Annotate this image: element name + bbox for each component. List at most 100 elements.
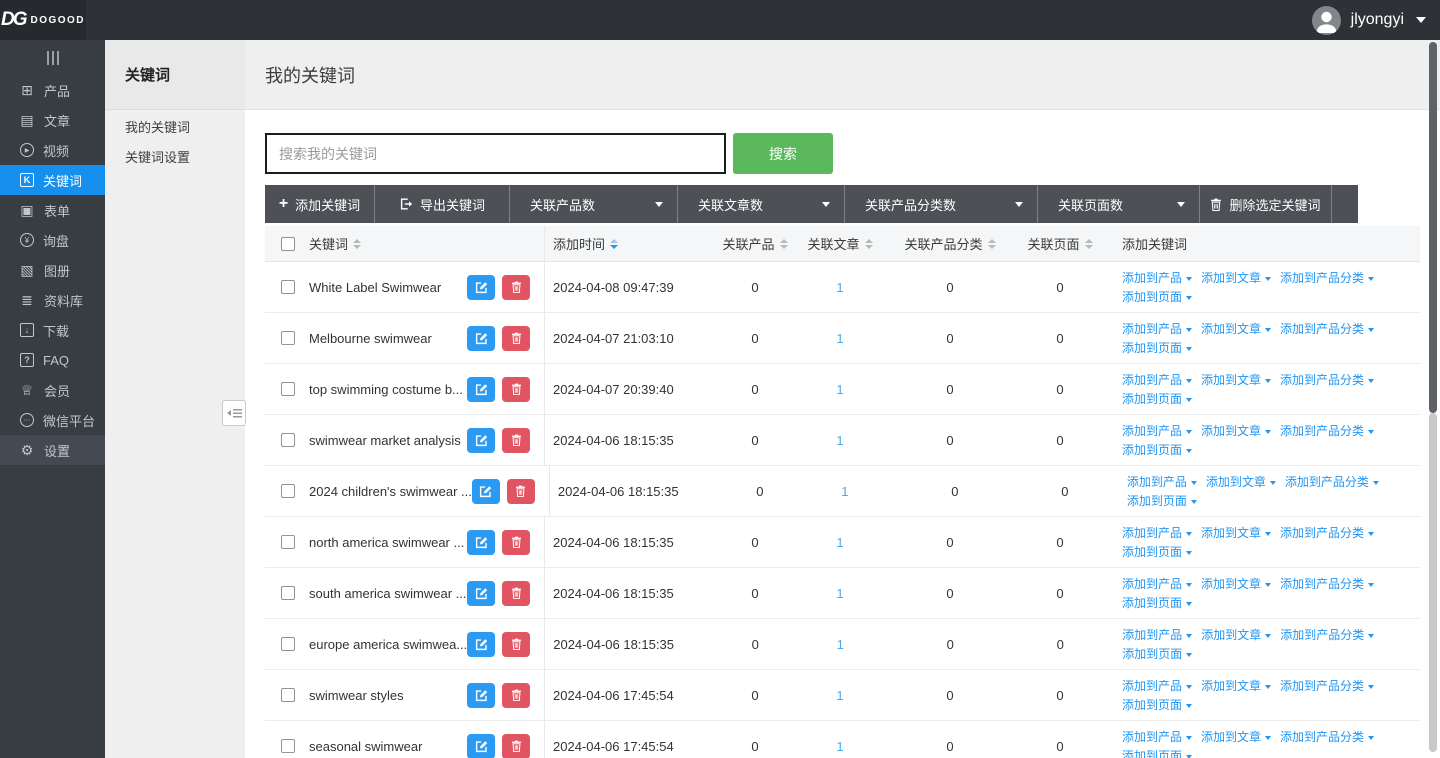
related-articles-count-link[interactable]: 1 xyxy=(836,739,843,754)
delete-button[interactable] xyxy=(502,377,530,402)
add-to-page-link[interactable]: 添加到页面 xyxy=(1122,390,1192,407)
row-checkbox[interactable] xyxy=(281,535,295,549)
add-to-page-link[interactable]: 添加到页面 xyxy=(1122,645,1192,662)
sidebar-item-inquiries[interactable]: ¥ 询盘 xyxy=(0,225,105,255)
edit-button[interactable] xyxy=(467,632,495,657)
related-articles-count-link[interactable]: 1 xyxy=(836,280,843,295)
sidebar-item-settings[interactable]: ⚙ 设置 xyxy=(0,435,105,465)
sort-products-button[interactable] xyxy=(780,239,788,249)
panel-collapse-button[interactable] xyxy=(222,400,246,426)
add-to-article-link[interactable]: 添加到文章 xyxy=(1201,677,1271,694)
add-to-category-link[interactable]: 添加到产品分类 xyxy=(1280,422,1374,439)
filter-related-products-dropdown[interactable]: 关联产品数 xyxy=(510,185,678,223)
sidebar-item-library[interactable]: ≣ 资料库 xyxy=(0,285,105,315)
sidebar-collapse-button[interactable] xyxy=(0,40,105,75)
delete-button[interactable] xyxy=(502,683,530,708)
related-articles-count-link[interactable]: 1 xyxy=(841,484,848,499)
add-to-article-link[interactable]: 添加到文章 xyxy=(1201,626,1271,643)
add-to-article-link[interactable]: 添加到文章 xyxy=(1201,575,1271,592)
edit-button[interactable] xyxy=(467,275,495,300)
add-keyword-button[interactable]: + 添加关键词 xyxy=(265,185,375,223)
edit-button[interactable] xyxy=(467,530,495,555)
related-articles-count-link[interactable]: 1 xyxy=(836,331,843,346)
row-checkbox[interactable] xyxy=(281,484,295,498)
filter-related-categories-dropdown[interactable]: 关联产品分类数 xyxy=(845,185,1038,223)
add-to-category-link[interactable]: 添加到产品分类 xyxy=(1280,626,1374,643)
select-all-checkbox[interactable] xyxy=(281,237,295,251)
related-articles-count-link[interactable]: 1 xyxy=(836,433,843,448)
row-checkbox[interactable] xyxy=(281,739,295,753)
row-checkbox[interactable] xyxy=(281,433,295,447)
add-to-product-link[interactable]: 添加到产品 xyxy=(1122,524,1192,541)
delete-button[interactable] xyxy=(507,479,535,504)
related-articles-count-link[interactable]: 1 xyxy=(836,382,843,397)
add-to-page-link[interactable]: 添加到页面 xyxy=(1122,288,1192,305)
add-to-product-link[interactable]: 添加到产品 xyxy=(1122,371,1192,388)
add-to-product-link[interactable]: 添加到产品 xyxy=(1122,677,1192,694)
add-to-product-link[interactable]: 添加到产品 xyxy=(1122,728,1192,745)
add-to-product-link[interactable]: 添加到产品 xyxy=(1122,422,1192,439)
filter-related-articles-dropdown[interactable]: 关联文章数 xyxy=(678,185,845,223)
add-to-product-link[interactable]: 添加到产品 xyxy=(1122,575,1192,592)
related-articles-count-link[interactable]: 1 xyxy=(836,688,843,703)
row-checkbox[interactable] xyxy=(281,688,295,702)
filter-related-pages-dropdown[interactable]: 关联页面数 xyxy=(1038,185,1200,223)
user-menu[interactable]: jlyongyi xyxy=(1312,0,1426,40)
add-to-category-link[interactable]: 添加到产品分类 xyxy=(1280,371,1374,388)
delete-button[interactable] xyxy=(502,326,530,351)
row-checkbox[interactable] xyxy=(281,331,295,345)
add-to-page-link[interactable]: 添加到页面 xyxy=(1127,492,1197,509)
add-to-article-link[interactable]: 添加到文章 xyxy=(1206,473,1276,490)
add-to-product-link[interactable]: 添加到产品 xyxy=(1122,269,1192,286)
add-to-category-link[interactable]: 添加到产品分类 xyxy=(1280,677,1374,694)
row-checkbox[interactable] xyxy=(281,637,295,651)
add-to-article-link[interactable]: 添加到文章 xyxy=(1201,422,1271,439)
subnav-item-my-keywords[interactable]: 我的关键词 xyxy=(105,113,245,143)
search-input[interactable] xyxy=(265,133,726,174)
delete-button[interactable] xyxy=(502,581,530,606)
delete-button[interactable] xyxy=(502,275,530,300)
row-checkbox[interactable] xyxy=(281,586,295,600)
sort-pages-button[interactable] xyxy=(1085,239,1093,249)
edit-button[interactable] xyxy=(467,377,495,402)
sidebar-item-wechat[interactable]: ⋯ 微信平台 xyxy=(0,405,105,435)
add-to-article-link[interactable]: 添加到文章 xyxy=(1201,524,1271,541)
sidebar-item-members[interactable]: ♕ 会员 xyxy=(0,375,105,405)
add-to-page-link[interactable]: 添加到页面 xyxy=(1122,594,1192,611)
scrollbar-thumb[interactable] xyxy=(1429,42,1437,413)
row-checkbox[interactable] xyxy=(281,382,295,396)
related-articles-count-link[interactable]: 1 xyxy=(837,637,844,652)
delete-button[interactable] xyxy=(502,428,530,453)
sidebar-item-articles[interactable]: ▤ 文章 xyxy=(0,105,105,135)
delete-selected-button[interactable]: 删除选定关键词 xyxy=(1200,185,1332,223)
sort-articles-button[interactable] xyxy=(865,239,873,249)
add-to-category-link[interactable]: 添加到产品分类 xyxy=(1280,524,1374,541)
sidebar-item-albums[interactable]: ▧ 图册 xyxy=(0,255,105,285)
edit-button[interactable] xyxy=(472,479,500,504)
add-to-product-link[interactable]: 添加到产品 xyxy=(1122,320,1192,337)
add-to-category-link[interactable]: 添加到产品分类 xyxy=(1280,728,1374,745)
export-keywords-button[interactable]: 导出关键词 xyxy=(375,185,510,223)
add-to-product-link[interactable]: 添加到产品 xyxy=(1127,473,1197,490)
add-to-product-link[interactable]: 添加到产品 xyxy=(1122,626,1192,643)
add-to-page-link[interactable]: 添加到页面 xyxy=(1122,747,1192,758)
subnav-item-keyword-settings[interactable]: 关键词设置 xyxy=(105,143,245,173)
related-articles-count-link[interactable]: 1 xyxy=(836,586,843,601)
add-to-category-link[interactable]: 添加到产品分类 xyxy=(1280,269,1374,286)
related-articles-count-link[interactable]: 1 xyxy=(836,535,843,550)
add-to-category-link[interactable]: 添加到产品分类 xyxy=(1280,320,1374,337)
edit-button[interactable] xyxy=(467,326,495,351)
add-to-article-link[interactable]: 添加到文章 xyxy=(1201,269,1271,286)
add-to-page-link[interactable]: 添加到页面 xyxy=(1122,339,1192,356)
add-to-category-link[interactable]: 添加到产品分类 xyxy=(1280,575,1374,592)
search-button[interactable]: 搜索 xyxy=(733,133,833,174)
sidebar-item-forms[interactable]: ▣ 表单 xyxy=(0,195,105,225)
add-to-category-link[interactable]: 添加到产品分类 xyxy=(1285,473,1379,490)
add-to-article-link[interactable]: 添加到文章 xyxy=(1201,371,1271,388)
add-to-article-link[interactable]: 添加到文章 xyxy=(1201,320,1271,337)
delete-button[interactable] xyxy=(502,530,530,555)
edit-button[interactable] xyxy=(467,734,495,758)
sidebar-item-downloads[interactable]: ↓ 下载 xyxy=(0,315,105,345)
add-to-page-link[interactable]: 添加到页面 xyxy=(1122,441,1192,458)
sidebar-item-products[interactable]: ⊞ 产品 xyxy=(0,75,105,105)
